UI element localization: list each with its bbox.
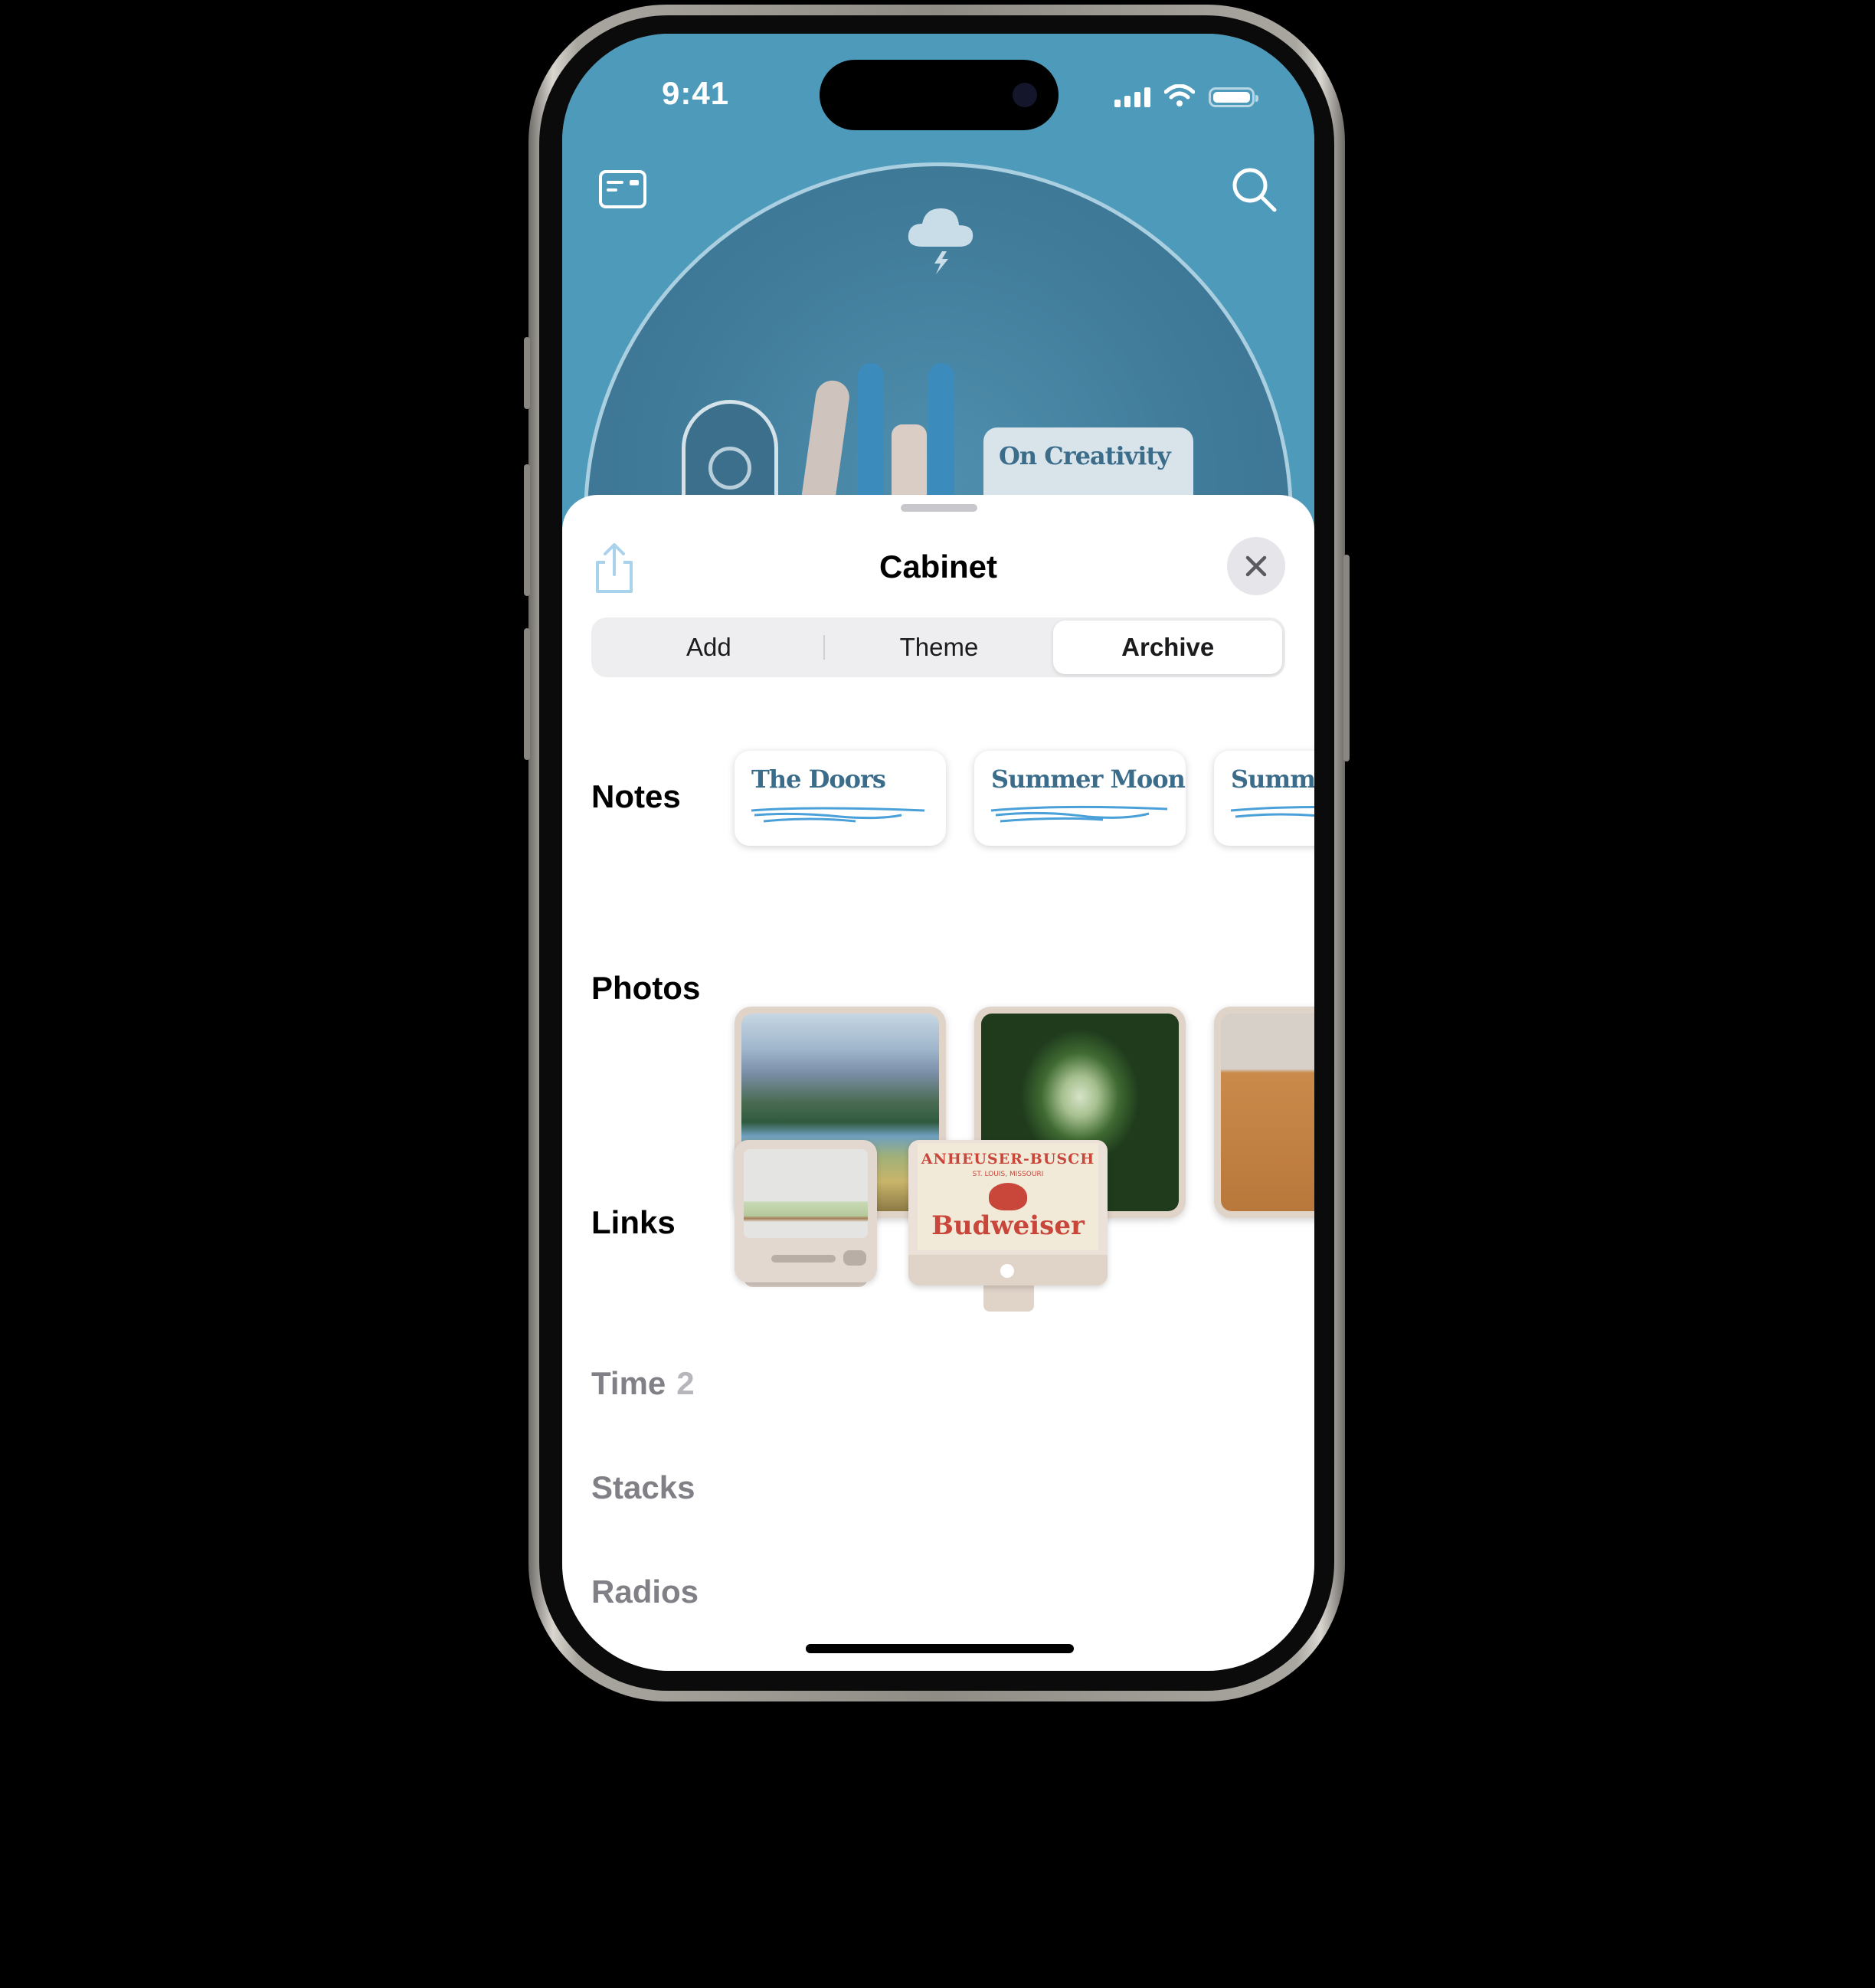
wifi-icon [1164,84,1195,106]
device-slot [771,1255,836,1263]
shoe-thumbnail [744,1149,868,1238]
close-button[interactable] [1227,537,1285,595]
photo-card[interactable] [1214,1007,1314,1218]
note-title: Summer Moon [991,765,1186,794]
phone-screen: 9:41 On Creativity Cabinet Add Theme Arc… [562,34,1314,1671]
eagle-emblem-icon [989,1183,1027,1210]
cabinet-sheet: Cabinet Add Theme Archive Notes The Door… [562,495,1314,1671]
note-card[interactable]: Summer Moon [974,751,1186,846]
card-icon[interactable] [596,162,650,216]
note-title: The Doors [751,765,886,794]
status-icons [1114,84,1258,107]
note-card[interactable]: The Doors [735,751,946,846]
device-button [843,1250,866,1266]
section-label-notes: Notes [591,778,681,814]
segmented-control: Add Theme Archive [591,617,1285,677]
radio-dial-icon [708,447,751,490]
battery-icon [1209,87,1258,107]
radio-photo [1221,1014,1314,1211]
note-card[interactable]: Summer [1214,751,1314,846]
tab-add[interactable]: Add [594,621,823,674]
hero-area: 9:41 On Creativity [562,34,1314,872]
action-button [524,337,530,409]
volume-down-button [524,628,530,760]
thumbnail-text: ST. LOUIS, MISSOURI [972,1171,1044,1178]
scribble-lines [1230,805,1314,818]
status-time: 9:41 [662,75,730,111]
dynamic-island [820,60,1059,130]
sheet-title: Cabinet [879,549,997,585]
section-count: 2 [676,1365,695,1401]
scribble-lines [751,807,925,823]
monitor-led [1000,1264,1014,1278]
device-body [735,1140,877,1282]
link-card[interactable]: ANHEUSER-BUSCH ST. LOUIS, MISSOURI Budwe… [908,1140,1108,1316]
section-label-stacks[interactable]: Stacks [591,1469,695,1506]
close-icon [1245,555,1267,577]
thumbnail-text: ANHEUSER-BUSCH [921,1151,1095,1168]
sheet-grabber[interactable] [901,504,977,512]
section-title: Time [591,1365,666,1401]
budweiser-thumbnail: ANHEUSER-BUSCH ST. LOUIS, MISSOURI Budwe… [918,1143,1098,1250]
section-label-photos: Photos [591,970,701,1006]
home-indicator[interactable] [806,1644,1074,1653]
cellular-signal-icon [1114,87,1150,107]
link-card[interactable] [735,1140,877,1307]
featured-note-title: On Creativity [999,441,1171,470]
volume-up-button [524,464,530,596]
section-label-links: Links [591,1204,676,1240]
scribble-lines [990,805,1168,823]
search-icon[interactable] [1227,162,1281,216]
tab-archive[interactable]: Archive [1053,621,1283,674]
section-label-time[interactable]: Time 2 [591,1365,695,1402]
cloud-lightning-icon [908,208,973,274]
thumbnail-text: Budweiser [931,1210,1085,1241]
section-label-radios[interactable]: Radios [591,1574,699,1610]
power-button [1343,555,1350,761]
monitor-chin [908,1255,1108,1285]
note-title: Summer [1231,765,1314,794]
monitor-body: ANHEUSER-BUSCH ST. LOUIS, MISSOURI Budwe… [908,1140,1108,1285]
tab-theme[interactable]: Theme [825,621,1054,674]
front-camera [1013,83,1037,107]
monitor-stand [983,1282,1034,1312]
